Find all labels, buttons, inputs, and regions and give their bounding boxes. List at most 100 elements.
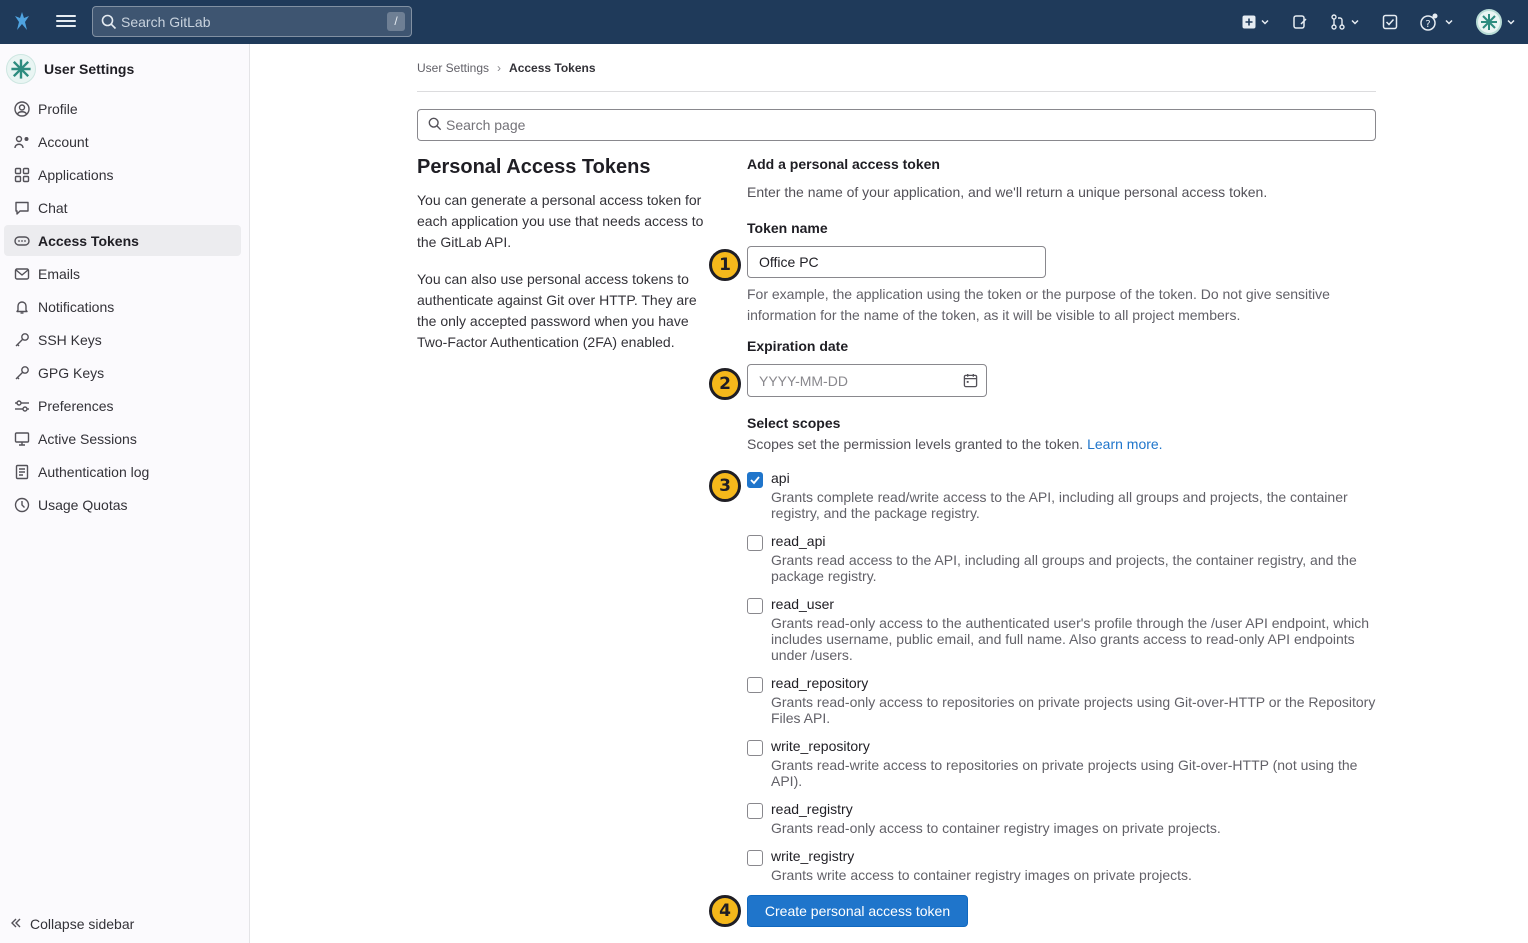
sidebar-item-active-sessions[interactable]: Active Sessions	[4, 423, 241, 454]
learn-more-link[interactable]: Learn more.	[1087, 436, 1162, 452]
sidebar-item-label: Authentication log	[38, 463, 150, 480]
user-menu-button[interactable]	[1476, 0, 1516, 44]
sidebar-item-label: Access Tokens	[38, 232, 139, 249]
token-name-help: For example, the application using the t…	[747, 286, 1330, 323]
avatar	[1476, 9, 1502, 35]
sidebar-item-ssh-keys[interactable]: SSH Keys	[4, 324, 241, 355]
scope-name: read_repository	[771, 675, 869, 691]
scope-name: read_api	[771, 533, 826, 549]
scope-checkbox-read-registry[interactable]	[747, 803, 763, 819]
page-title: Personal Access Tokens	[417, 156, 651, 178]
sidebar-item-emails[interactable]: Emails	[4, 258, 241, 289]
scope-checkbox-read-api[interactable]	[747, 535, 763, 551]
hamburger-menu-icon[interactable]	[56, 12, 76, 32]
scope-description: Grants write access to container registr…	[771, 867, 1192, 883]
scope-write-registry: write_registry Grants write access to co…	[747, 848, 1377, 883]
scope-checkbox-write-registry[interactable]	[747, 850, 763, 866]
todo-checkbox-icon	[1382, 14, 1398, 30]
calendar-icon[interactable]	[963, 373, 978, 391]
key-icon	[14, 332, 30, 348]
gitlab-logo-icon[interactable]	[14, 10, 30, 32]
plus-square-icon	[1242, 15, 1256, 29]
scope-description: Grants read-only access to container reg…	[771, 820, 1221, 836]
search-page-input[interactable]: Search page	[417, 109, 1376, 141]
step-badge-3: 3	[709, 470, 741, 502]
scopes-help-text: Scopes set the permission levels granted…	[747, 436, 1084, 452]
scope-checkbox-api[interactable]	[747, 472, 763, 488]
search-placeholder: Search GitLab	[121, 13, 211, 30]
expiration-date-placeholder: YYYY-MM-DD	[759, 372, 848, 389]
issues-icon	[1293, 15, 1307, 29]
sidebar-item-label: SSH Keys	[38, 331, 102, 348]
sidebar-item-account[interactable]: Account	[4, 126, 241, 157]
todos-button[interactable]	[1382, 0, 1398, 44]
create-token-button[interactable]: Create personal access token	[747, 895, 968, 927]
scope-api: api Grants complete read/write access to…	[747, 470, 1377, 521]
top-actions: ?	[1242, 0, 1528, 44]
search-shortcut-badge: /	[387, 12, 405, 31]
step-badge-4: 4	[709, 895, 741, 927]
sidebar-item-authentication-log[interactable]: Authentication log	[4, 456, 241, 487]
help-icon: ?	[1420, 13, 1438, 31]
key-icon	[14, 365, 30, 381]
double-chevron-left-icon	[10, 916, 22, 932]
expiration-date-field[interactable]: YYYY-MM-DD	[747, 364, 987, 397]
bell-icon	[14, 299, 30, 315]
search-page-placeholder: Search page	[446, 117, 526, 133]
sidebar-item-preferences[interactable]: Preferences	[4, 390, 241, 421]
scope-checkbox-read-repository[interactable]	[747, 677, 763, 693]
help-button[interactable]: ?	[1420, 0, 1454, 44]
scope-read-user: read_user Grants read-only access to the…	[747, 596, 1377, 663]
token-name-field[interactable]: Office PC	[747, 246, 1046, 278]
chevron-down-icon	[1445, 19, 1453, 25]
token-name-label: Token name	[747, 220, 828, 236]
scope-checkbox-read-user[interactable]	[747, 598, 763, 614]
top-navbar: Search GitLab / ?	[0, 0, 1528, 44]
sidebar-item-label: Emails	[38, 265, 81, 282]
scope-write-repository: write_repository Grants read-write acces…	[747, 738, 1377, 789]
scope-name: write_repository	[771, 738, 870, 754]
sidebar-item-gpg-keys[interactable]: GPG Keys	[4, 357, 241, 388]
divider	[417, 91, 1376, 92]
breadcrumb-current[interactable]: Access Tokens	[509, 61, 596, 75]
scopes-help: Scopes set the permission levels granted…	[747, 436, 1377, 452]
sidebar-item-chat[interactable]: Chat	[4, 192, 241, 223]
scope-read-registry: read_registry Grants read-only access to…	[747, 801, 1377, 836]
sidebar-header[interactable]: User Settings	[6, 54, 134, 84]
log-icon	[14, 464, 30, 480]
scope-checkbox-write-repository[interactable]	[747, 740, 763, 756]
sidebar-item-label: GPG Keys	[38, 364, 105, 381]
sidebar-item-label: Notifications	[38, 298, 115, 315]
search-icon	[428, 117, 442, 134]
scope-name: read_user	[771, 596, 835, 612]
collapse-sidebar-button[interactable]: Collapse sidebar	[10, 916, 134, 932]
sidebar-item-access-tokens[interactable]: Access Tokens	[4, 225, 241, 256]
sidebar-item-applications[interactable]: Applications	[4, 159, 241, 190]
sidebar-item-notifications[interactable]: Notifications	[4, 291, 241, 322]
sidebar-item-usage-quotas[interactable]: Usage Quotas	[4, 489, 241, 520]
svg-text:?: ?	[1425, 19, 1430, 30]
avatar	[6, 54, 36, 84]
scope-read-api: read_api Grants read access to the API, …	[747, 533, 1377, 584]
sidebar-nav: Profile Account Applications Chat Access…	[4, 93, 241, 522]
sidebar-title: User Settings	[44, 61, 135, 77]
token-name-value: Office PC	[759, 254, 819, 270]
breadcrumb-parent-link[interactable]: User Settings	[417, 61, 489, 75]
breadcrumb: User Settings › Access Tokens	[417, 61, 596, 75]
settings-sidebar: User Settings Profile Account Applicatio…	[0, 44, 250, 943]
scope-name: write_registry	[771, 848, 855, 864]
create-new-button[interactable]	[1242, 0, 1270, 44]
merge-requests-button[interactable]	[1330, 0, 1360, 44]
account-icon	[14, 134, 30, 150]
form-heading: Add a personal access token	[747, 156, 940, 172]
expiration-date-label: Expiration date	[747, 338, 849, 354]
issues-button[interactable]	[1292, 0, 1308, 44]
scope-name: api	[771, 470, 790, 486]
chevron-down-icon	[1261, 19, 1269, 25]
monitor-icon	[14, 431, 30, 447]
sidebar-item-profile[interactable]: Profile	[4, 93, 241, 124]
scope-description: Grants complete read/write access to the…	[771, 489, 1348, 521]
chevron-down-icon	[1507, 19, 1515, 25]
checkmark-icon	[750, 476, 760, 485]
global-search-input[interactable]: Search GitLab /	[92, 6, 412, 37]
